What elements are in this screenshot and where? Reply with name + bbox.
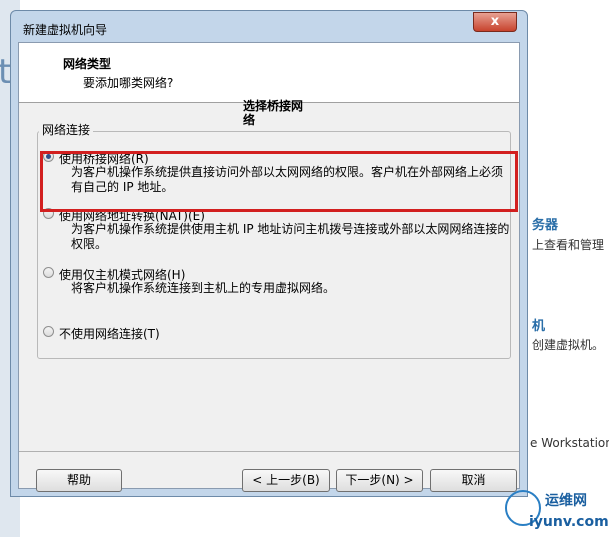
background-text: 创建虚拟机。 bbox=[532, 338, 605, 352]
back-button[interactable]: < 上一步(B) bbox=[242, 469, 330, 492]
window-title: 新建虚拟机向导 bbox=[23, 23, 108, 37]
footer-divider bbox=[19, 451, 519, 452]
page-title: 网络类型 bbox=[63, 57, 112, 71]
new-vm-wizard-dialog: 新建虚拟机向导 x 网络类型 要添加哪类网络? 选择桥接网络 网络连接 使用桥接… bbox=[10, 10, 528, 497]
wizard-header: 网络类型 要添加哪类网络? bbox=[19, 43, 519, 103]
annotation-note: 选择桥接网络 bbox=[243, 99, 304, 127]
page-subtitle: 要添加哪类网络? bbox=[83, 76, 174, 90]
radio-button-no-network[interactable] bbox=[43, 326, 54, 337]
background-text: e Workstation bbox=[530, 436, 609, 450]
watermark-text-cn: 运维网 bbox=[545, 493, 587, 509]
cancel-button[interactable]: 取消 bbox=[430, 469, 517, 492]
background-text: 机 bbox=[532, 319, 546, 334]
option-description: 将客户机操作系统连接到主机上的专用虚拟网络。 bbox=[71, 281, 336, 295]
annotation-highlight-box bbox=[40, 151, 518, 212]
background-right-panel bbox=[527, 0, 609, 537]
title-bar[interactable]: 新建虚拟机向导 x bbox=[11, 11, 527, 43]
site-watermark: 运维网 iyunv.com bbox=[505, 490, 609, 537]
radio-button-host-only[interactable] bbox=[43, 267, 54, 278]
option-description: 为客户机操作系统提供使用主机 IP 地址访问主机拨号连接或外部以太网网络连接的权… bbox=[71, 222, 510, 251]
background-text: 上查看和管理 bbox=[532, 238, 605, 252]
background-text: 务器 bbox=[532, 218, 559, 233]
help-button[interactable]: 帮助 bbox=[36, 469, 122, 492]
close-icon: x bbox=[490, 14, 500, 29]
watermark-text-en: iyunv.com bbox=[529, 514, 609, 530]
group-label: 网络连接 bbox=[39, 121, 94, 138]
next-button[interactable]: 下一步(N) > bbox=[336, 469, 423, 492]
option-label[interactable]: 不使用网络连接(T) bbox=[59, 325, 160, 342]
dialog-client-area: 网络类型 要添加哪类网络? 选择桥接网络 网络连接 使用桥接网络(R) 为客户机… bbox=[18, 42, 520, 492]
close-button[interactable]: x bbox=[473, 12, 517, 32]
